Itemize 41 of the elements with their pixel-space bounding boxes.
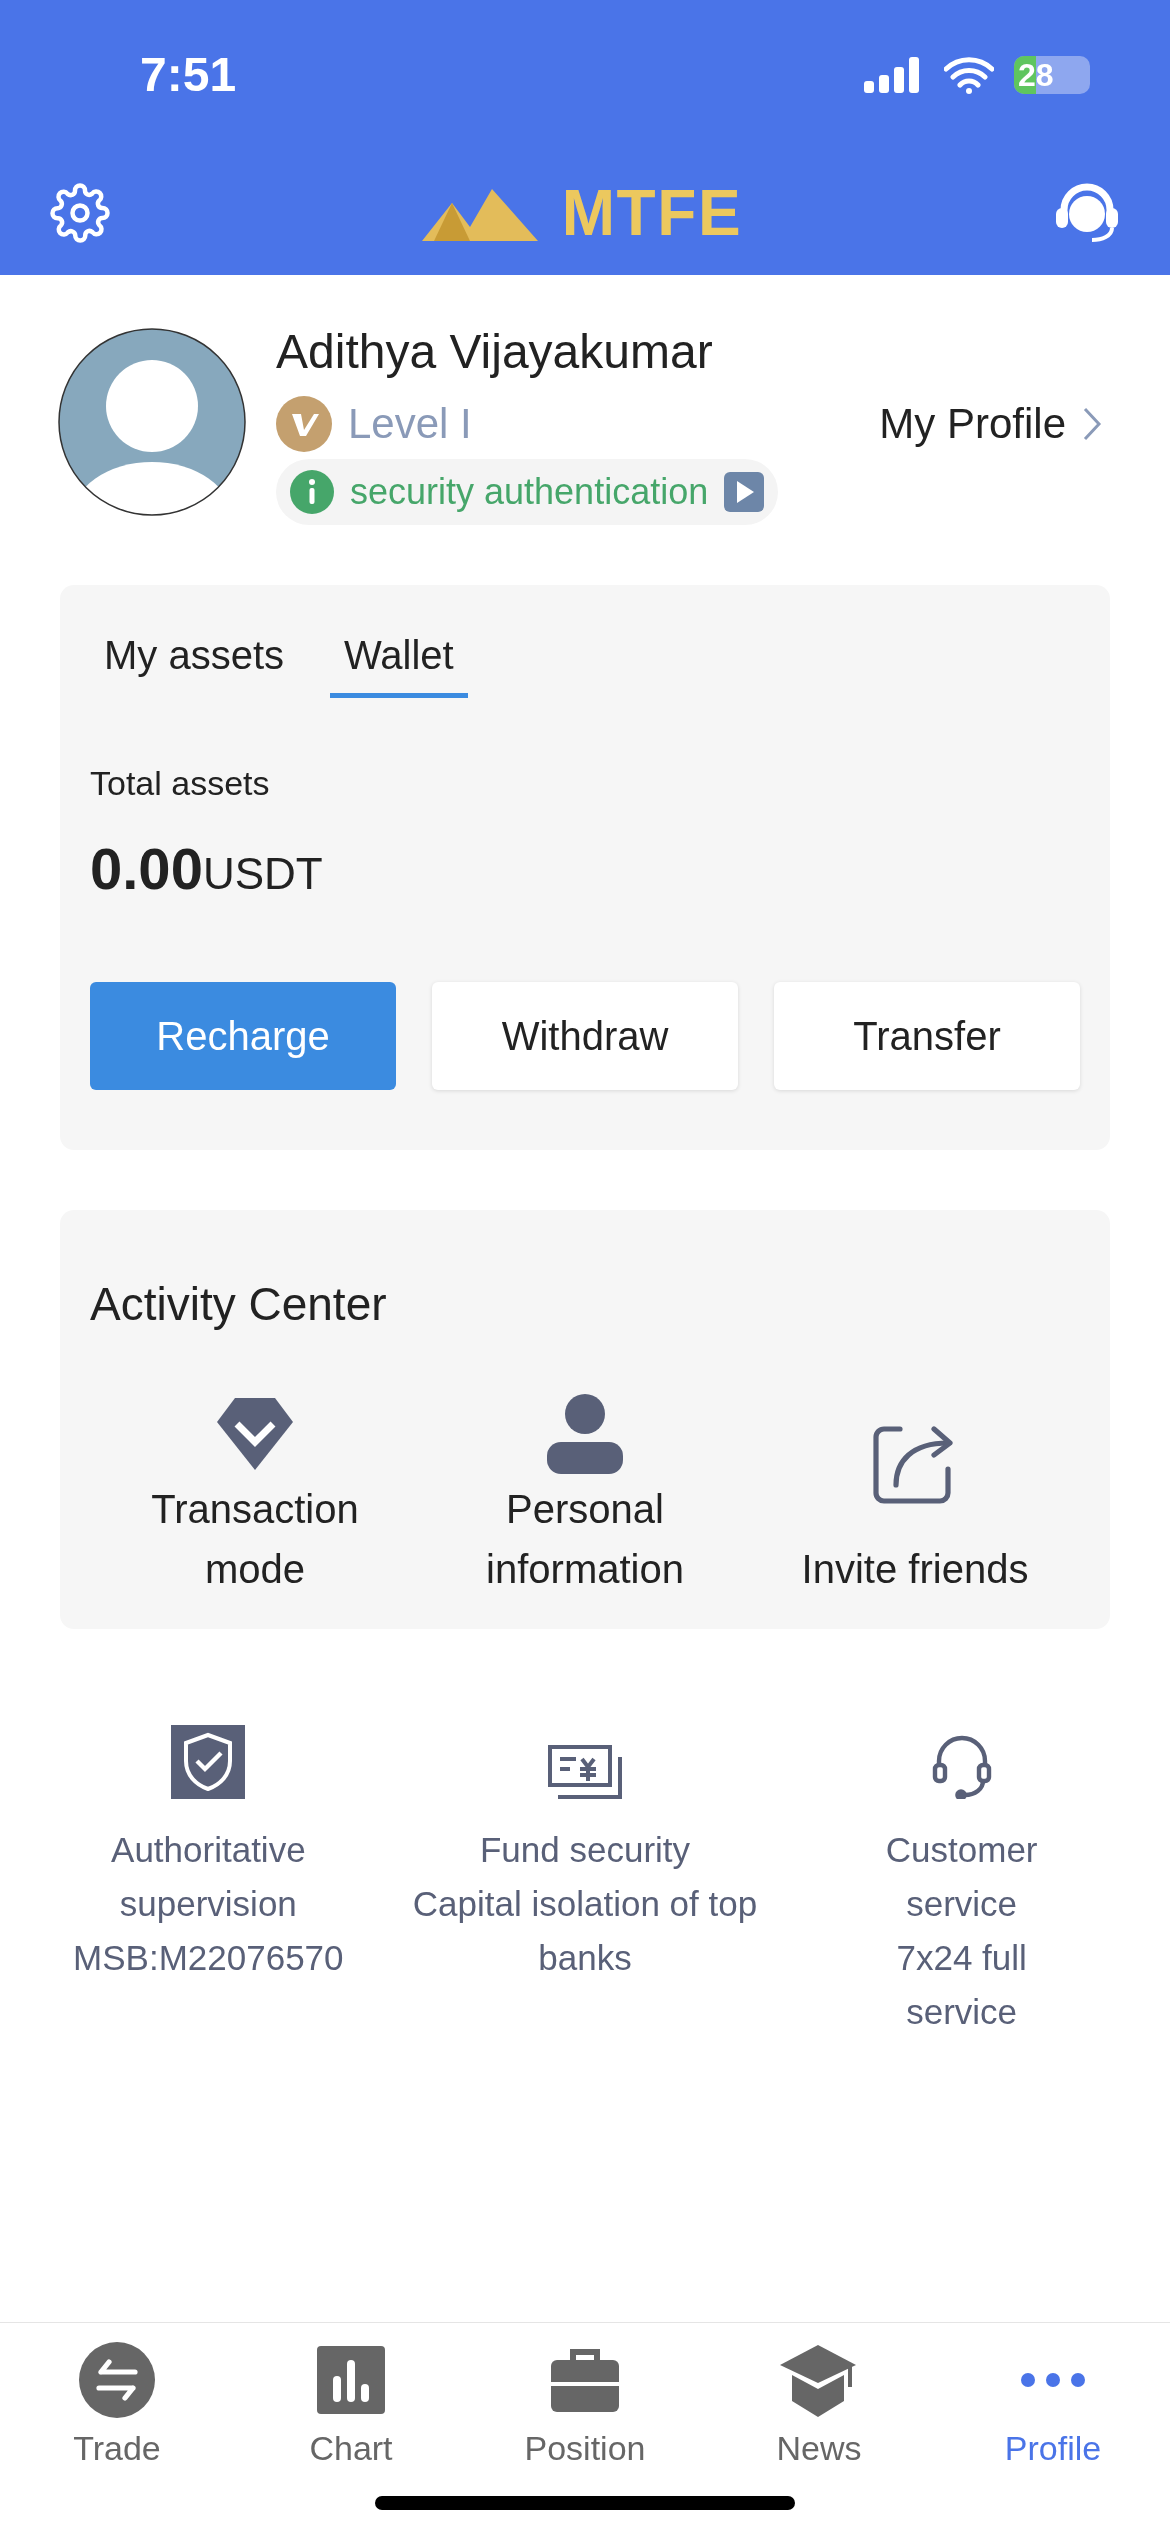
status-time: 7:51	[140, 47, 237, 103]
my-profile-link[interactable]: My Profile	[879, 392, 1112, 455]
chevron-right-icon	[1082, 405, 1102, 442]
user-name: Adithya Vijayakumar	[276, 324, 714, 380]
more-dots-icon	[1018, 2370, 1088, 2390]
nav-tab[interactable]: News	[702, 2337, 936, 2474]
total-assets-label: Total assets	[90, 763, 271, 804]
brand-logo: MTFE	[561, 175, 743, 251]
bar-chart-icon	[317, 2346, 385, 2414]
person-icon	[547, 1394, 623, 1474]
feature-text: Authoritative supervision MSB:M22076570	[72, 1829, 345, 1979]
asset-unit: USDT	[202, 848, 323, 900]
banknote-icon	[548, 1745, 622, 1799]
shield-check-icon	[171, 1725, 246, 1799]
wallet-action-button[interactable]: Recharge	[90, 982, 396, 1090]
activity-title: Activity Center	[90, 1277, 388, 1332]
level-label: Level I	[348, 399, 472, 449]
battery-indicator: 28	[1014, 56, 1090, 94]
assets-tab[interactable]: Wallet	[330, 625, 468, 698]
briefcase-icon	[551, 2346, 619, 2414]
settings-icon[interactable]	[50, 182, 110, 243]
wifi-icon	[944, 56, 994, 94]
wallet-action-button[interactable]: Withdraw	[432, 982, 738, 1090]
nav-tab[interactable]: Chart	[234, 2337, 468, 2474]
nav-tab[interactable]: Position	[468, 2337, 702, 2474]
activity-item[interactable]: Transaction mode	[90, 1389, 420, 1599]
play-icon	[724, 472, 765, 512]
security-label: security authentication	[350, 470, 709, 514]
feature-text: Customer service 7x24 full service	[884, 1829, 1039, 2033]
nav-tab[interactable]: Profile	[936, 2337, 1170, 2474]
swap-arrows-icon	[79, 2342, 155, 2418]
activity-item[interactable]: Personal information	[420, 1389, 750, 1599]
assets-tab[interactable]: My assets	[104, 625, 285, 698]
v-badge-icon	[276, 395, 332, 452]
activity-item[interactable]: Invite friends	[750, 1389, 1080, 1599]
wallet-action-button[interactable]: Transfer	[774, 982, 1080, 1090]
info-icon	[290, 470, 334, 514]
asset-amount: 0.00	[90, 835, 203, 903]
feature-text: Fund security Capital isolation of top banks	[411, 1829, 759, 1979]
nav-tab[interactable]: Trade	[0, 2337, 234, 2474]
diamond-check-icon	[215, 1396, 295, 1472]
